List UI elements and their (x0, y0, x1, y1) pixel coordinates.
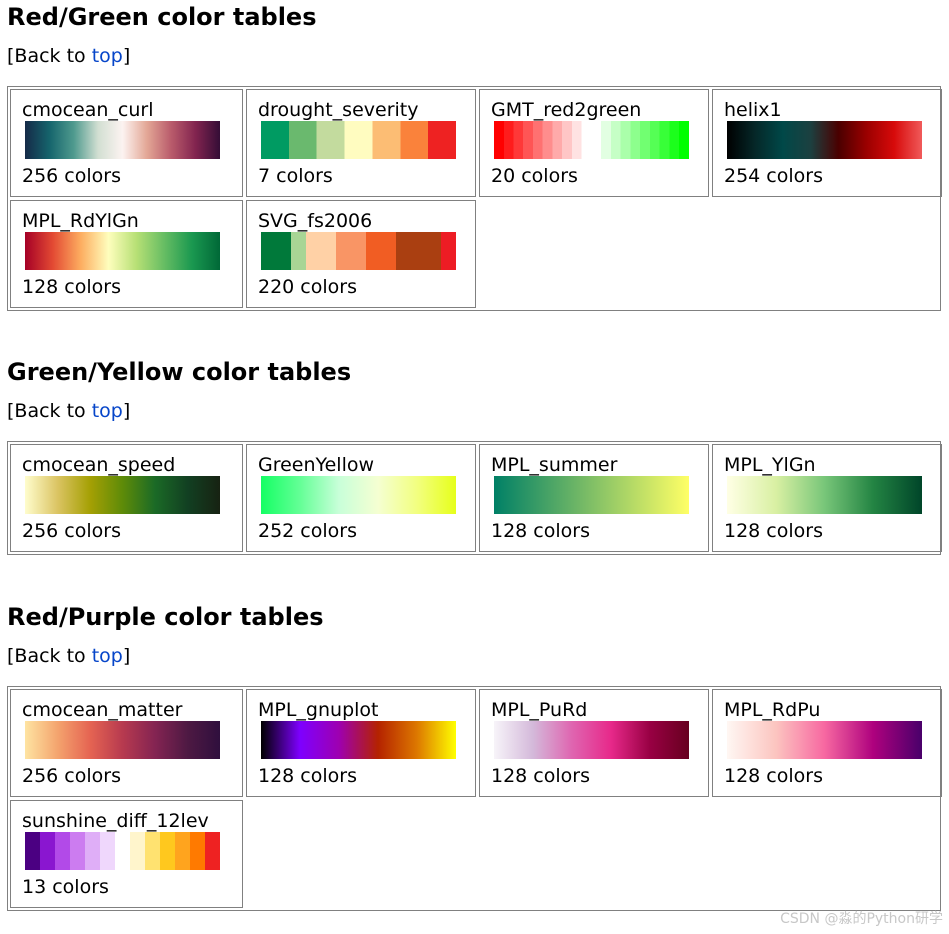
color-table-swatch[interactable] (261, 476, 456, 514)
back-to-top-line: [Back to top] (7, 399, 943, 423)
back-to-top-link[interactable]: top (92, 400, 123, 422)
color-table-cell[interactable]: MPL_RdPu 128 colors (712, 689, 942, 797)
color-table-name: sunshine_diff_12lev (22, 810, 209, 832)
back-bracket-open: [Back to (7, 400, 92, 422)
color-table-cell[interactable]: MPL_gnuplot 128 colors (246, 689, 476, 797)
color-count: 128 colors (258, 765, 357, 787)
color-count: 128 colors (724, 765, 823, 787)
color-table-swatch[interactable] (261, 232, 456, 270)
color-count: 220 colors (258, 276, 357, 298)
color-table-swatch[interactable] (727, 721, 922, 759)
color-table-name: MPL_RdYlGn (22, 210, 139, 232)
color-table-cell[interactable]: MPL_summer 128 colors (479, 444, 709, 552)
color-count: 128 colors (491, 520, 590, 542)
color-table-name: cmocean_curl (22, 99, 154, 121)
color-table-swatch[interactable] (494, 121, 689, 159)
color-table-cell[interactable]: MPL_RdYlGn 128 colors (10, 200, 243, 308)
color-table-cell[interactable]: GreenYellow 252 colors (246, 444, 476, 552)
color-count: 256 colors (22, 165, 121, 187)
color-count: 256 colors (22, 765, 121, 787)
color-table-swatch[interactable] (727, 476, 922, 514)
back-bracket-open: [Back to (7, 645, 92, 667)
section-2: Red/Purple color tables [Back to top] cmoc… (7, 602, 943, 911)
section-title: Red/Purple color tables (7, 603, 324, 631)
section-title: Red/Green color tables (7, 3, 317, 31)
color-count: 7 colors (258, 165, 333, 187)
color-table-name: helix1 (724, 99, 782, 121)
back-bracket-close: ] (122, 45, 131, 67)
color-table-name: drought_severity (258, 99, 419, 121)
color-count: 128 colors (22, 276, 121, 298)
color-table-cell[interactable]: cmocean_speed 256 colors (10, 444, 243, 552)
back-to-top-link[interactable]: top (92, 645, 123, 667)
color-table-name: cmocean_speed (22, 454, 176, 476)
color-table-name: SVG_fs2006 (258, 210, 373, 232)
color-table-swatch[interactable] (25, 121, 220, 159)
color-table-cell[interactable]: cmocean_matter 256 colors (10, 689, 243, 797)
color-table-swatch[interactable] (25, 832, 220, 870)
color-table-name: cmocean_matter (22, 699, 183, 721)
color-table-swatch[interactable] (494, 721, 689, 759)
color-count: 128 colors (724, 520, 823, 542)
color-table-name: MPL_summer (491, 454, 618, 476)
color-table-swatch[interactable] (25, 476, 220, 514)
color-table-grid: cmocean_curl 256 colors drought_severity 7 … (7, 86, 942, 311)
back-bracket-close: ] (122, 400, 131, 422)
color-table-swatch[interactable] (727, 121, 922, 159)
color-table-swatch[interactable] (261, 721, 456, 759)
color-table-cell[interactable]: MPL_PuRd 128 colors (479, 689, 709, 797)
color-table-name: GreenYellow (258, 454, 375, 476)
color-table-name: GMT_red2green (491, 99, 642, 121)
color-count: 256 colors (22, 520, 121, 542)
color-table-name: MPL_gnuplot (258, 699, 379, 721)
color-table-cell[interactable]: MPL_YlGn 128 colors (712, 444, 942, 552)
section-1: Green/Yellow color tables [Back to top] cm… (7, 357, 943, 555)
section-title: Green/Yellow color tables (7, 358, 352, 386)
color-count: 254 colors (724, 165, 823, 187)
color-table-cell[interactable]: SVG_fs2006 220 colors (246, 200, 476, 308)
color-table-name: MPL_PuRd (491, 699, 588, 721)
section-0: Red/Green color tables [Back to top] cmoce… (7, 2, 943, 311)
back-to-top-link[interactable]: top (92, 45, 123, 67)
color-table-name: MPL_RdPu (724, 699, 821, 721)
color-table-name: MPL_YlGn (724, 454, 816, 476)
color-count: 252 colors (258, 520, 357, 542)
color-table-cell[interactable]: drought_severity 7 colors (246, 89, 476, 197)
color-table-swatch[interactable] (25, 721, 220, 759)
back-to-top-line: [Back to top] (7, 644, 943, 668)
color-table-cell[interactable]: GMT_red2green 20 colors (479, 89, 709, 197)
color-count: 128 colors (491, 765, 590, 787)
color-table-cell[interactable]: cmocean_curl 256 colors (10, 89, 243, 197)
color-table-grid: cmocean_speed 256 colors GreenYellow 252 co… (7, 441, 942, 555)
back-bracket-close: ] (122, 645, 131, 667)
back-to-top-line: [Back to top] (7, 44, 943, 68)
color-table-swatch[interactable] (261, 121, 456, 159)
color-table-cell[interactable]: helix1 254 colors (712, 89, 942, 197)
color-table-grid: cmocean_matter 256 colors MPL_gnuplot 128 c… (7, 686, 942, 911)
color-table-swatch[interactable] (25, 232, 220, 270)
csdn-watermark: CSDN @淼的Python研学 (780, 911, 943, 927)
color-count: 13 colors (22, 876, 109, 898)
back-bracket-open: [Back to (7, 45, 92, 67)
color-table-swatch[interactable] (494, 476, 689, 514)
color-table-cell[interactable]: sunshine_diff_12lev 13 colors (10, 800, 243, 908)
color-count: 20 colors (491, 165, 578, 187)
